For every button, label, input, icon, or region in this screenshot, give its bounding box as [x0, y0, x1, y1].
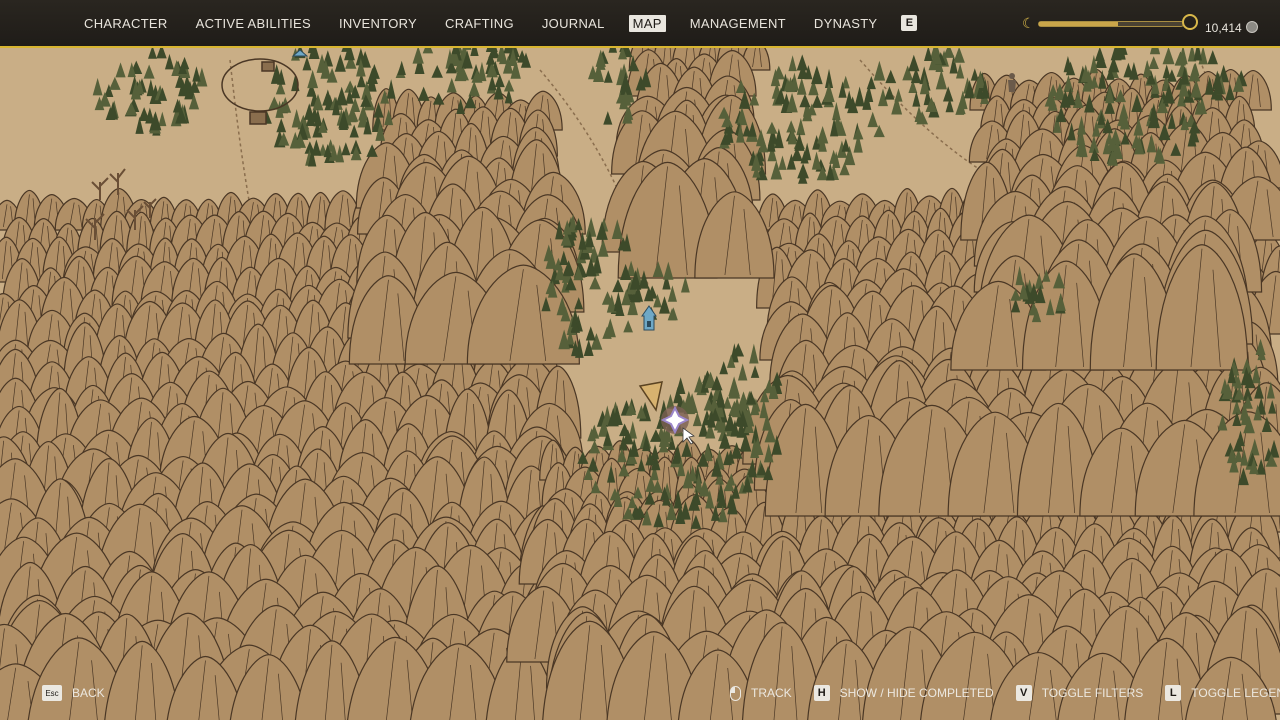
sun-icon: [1182, 14, 1198, 30]
footer-hints: TRACK H SHOW / HIDE COMPLETED V TOGGLE F…: [708, 684, 1280, 702]
h-key: H: [813, 685, 830, 701]
show-hide-completed-hint[interactable]: H SHOW / HIDE COMPLETED: [813, 685, 994, 701]
l-key: L: [1165, 685, 1182, 701]
nav-tabs: CHARACTER ACTIVE ABILITIES INVENTORY CRA…: [70, 0, 918, 46]
era-progress: ☾: [1022, 14, 1198, 32]
mouse-left-click-icon: [730, 685, 741, 701]
tab-dynasty[interactable]: DYNASTY: [800, 16, 892, 31]
era-progress-fill: [1039, 22, 1119, 26]
tab-character[interactable]: CHARACTER: [70, 16, 182, 31]
coin-icon: [1246, 21, 1258, 33]
tab-journal[interactable]: JOURNAL: [528, 16, 619, 31]
esc-key: Esc: [42, 685, 62, 701]
tab-map[interactable]: MAP: [628, 14, 666, 32]
toggle-filters-hint[interactable]: V TOGGLE FILTERS: [1015, 685, 1144, 701]
back-label: BACK: [72, 686, 105, 700]
moon-icon: ☾: [1022, 15, 1035, 31]
track-label: TRACK: [751, 686, 792, 700]
top-navigation-bar: CHARACTER ACTIVE ABILITIES INVENTORY CRA…: [0, 0, 1280, 48]
tab-active-abilities[interactable]: ACTIVE ABILITIES: [182, 16, 325, 31]
world-map[interactable]: [0, 0, 1280, 720]
toggle-filters-label: TOGGLE FILTERS: [1041, 686, 1144, 700]
show-hide-completed-label: SHOW / HIDE COMPLETED: [839, 686, 994, 700]
money-amount: 10,414: [1205, 21, 1242, 35]
tab-inventory[interactable]: INVENTORY: [325, 16, 431, 31]
era-progress-track: [1038, 21, 1184, 27]
track-hint[interactable]: TRACK: [730, 685, 792, 701]
v-key: V: [1015, 685, 1032, 701]
tab-management[interactable]: MANAGEMENT: [676, 16, 800, 31]
tab-crafting[interactable]: CRAFTING: [431, 16, 528, 31]
toggle-legend-hint[interactable]: L TOGGLE LEGEND: [1165, 685, 1280, 701]
npc-icon: [1008, 73, 1016, 92]
back-hint[interactable]: Esc BACK: [42, 684, 105, 702]
next-tab-key[interactable]: E: [901, 15, 918, 31]
toggle-legend-label: TOGGLE LEGEND: [1191, 686, 1280, 700]
